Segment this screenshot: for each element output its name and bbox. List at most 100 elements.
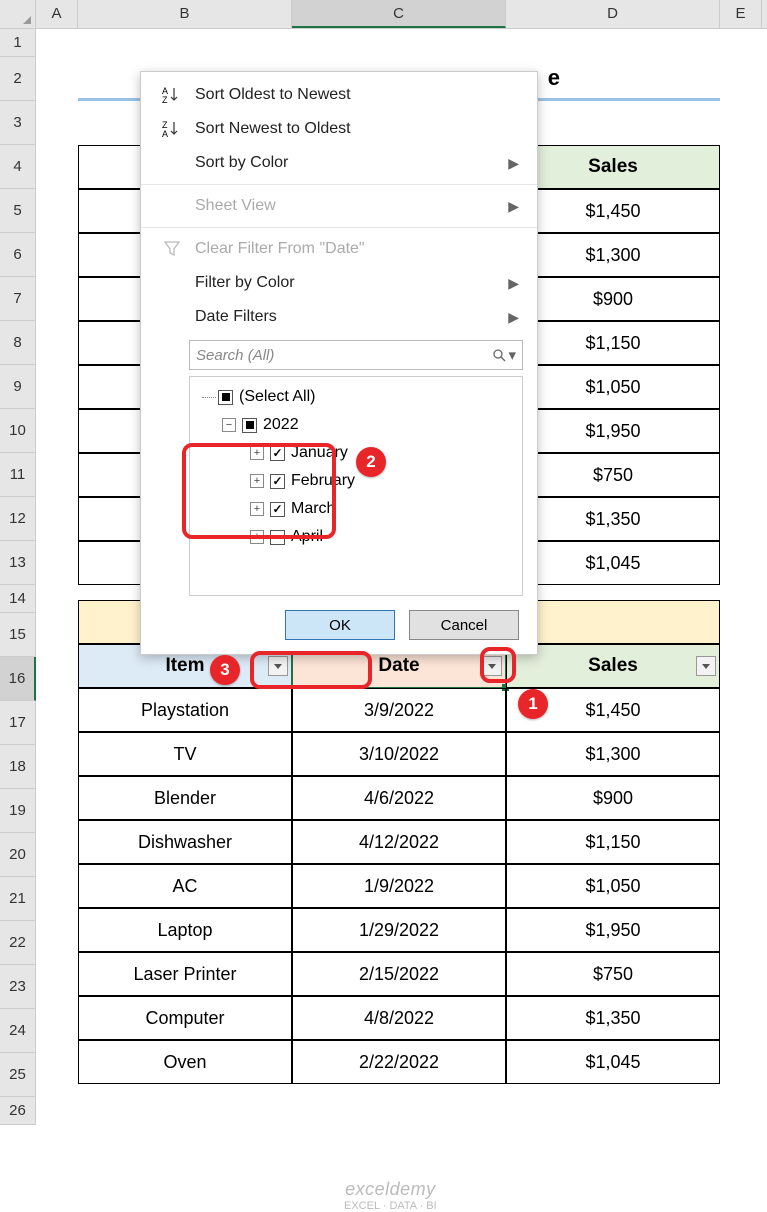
cancel-button[interactable]: Cancel	[409, 610, 519, 640]
filter-by-color-menuitem[interactable]: Filter by Color ▶	[141, 266, 537, 300]
sales-header[interactable]: Sales	[506, 644, 720, 688]
collapse-icon[interactable]: −	[222, 418, 236, 432]
checkbox-checked-icon[interactable]	[270, 446, 285, 461]
sort-newest-menuitem[interactable]: ZA Sort Newest to Oldest	[141, 112, 537, 146]
tree-year-2022[interactable]: − 2022	[198, 411, 514, 439]
col-A[interactable]: A	[36, 0, 78, 28]
col-E[interactable]: E	[720, 0, 762, 28]
row-14[interactable]: 14	[0, 585, 36, 613]
expand-icon[interactable]: +	[250, 502, 264, 516]
row-2[interactable]: 2	[0, 57, 36, 101]
month-label: January	[291, 444, 348, 462]
item-cell[interactable]: Oven	[78, 1040, 292, 1084]
date-cell[interactable]: 4/12/2022	[292, 820, 506, 864]
sort-by-color-menuitem[interactable]: Sort by Color ▶	[141, 146, 537, 180]
select-all-corner[interactable]	[0, 0, 36, 28]
sales-cell[interactable]: $1,350	[506, 996, 720, 1040]
date-filters-menuitem[interactable]: Date Filters ▶	[141, 300, 537, 334]
expand-icon[interactable]: +	[250, 446, 264, 460]
top-sales-cell[interactable]: $900	[506, 277, 720, 321]
row-16[interactable]: 16	[0, 657, 36, 701]
tree-month-april[interactable]: + April	[198, 523, 514, 551]
date-cell[interactable]: 3/10/2022	[292, 732, 506, 776]
sales-cell[interactable]: $1,150	[506, 820, 720, 864]
filter-button-sales[interactable]	[696, 656, 716, 676]
checkbox-unchecked-icon[interactable]	[270, 530, 285, 545]
filter-search-input[interactable]: Search (All) ▾	[189, 340, 523, 370]
item-cell[interactable]: Dishwasher	[78, 820, 292, 864]
item-cell[interactable]: Computer	[78, 996, 292, 1040]
col-C[interactable]: C	[292, 0, 506, 28]
row-1[interactable]: 1	[0, 29, 36, 57]
top-sales-cell[interactable]: $1,300	[506, 233, 720, 277]
row-7[interactable]: 7	[0, 277, 36, 321]
sheet-view-menuitem: Sheet View ▶	[141, 189, 537, 223]
row-19[interactable]: 19	[0, 789, 36, 833]
filter-button-date[interactable]	[482, 656, 502, 676]
checkbox-mixed-icon[interactable]	[242, 418, 257, 433]
chevron-right-icon: ▶	[508, 155, 519, 172]
top-sales-cell[interactable]: $1,450	[506, 189, 720, 233]
item-cell[interactable]: Playstation	[78, 688, 292, 732]
checkbox-checked-icon[interactable]	[270, 502, 285, 517]
sales-cell[interactable]: $1,950	[506, 908, 720, 952]
tree-select-all[interactable]: (Select All)	[198, 383, 514, 411]
row-3[interactable]: 3	[0, 101, 36, 145]
date-cell[interactable]: 4/6/2022	[292, 776, 506, 820]
tree-month-february[interactable]: + February	[198, 467, 514, 495]
expand-icon[interactable]: +	[250, 530, 264, 544]
sales-cell[interactable]: $1,050	[506, 864, 720, 908]
checkbox-checked-icon[interactable]	[270, 474, 285, 489]
sales-cell[interactable]: $1,300	[506, 732, 720, 776]
top-sales-cell[interactable]: $750	[506, 453, 720, 497]
date-cell[interactable]: 2/22/2022	[292, 1040, 506, 1084]
sort-oldest-menuitem[interactable]: AZ Sort Oldest to Newest	[141, 78, 537, 112]
row-21[interactable]: 21	[0, 877, 36, 921]
item-cell[interactable]: Laptop	[78, 908, 292, 952]
row-13[interactable]: 13	[0, 541, 36, 585]
item-cell[interactable]: TV	[78, 732, 292, 776]
sales-cell[interactable]: $1,045	[506, 1040, 720, 1084]
row-12[interactable]: 12	[0, 497, 36, 541]
row-25[interactable]: 25	[0, 1053, 36, 1097]
top-sales-cell[interactable]: $1,950	[506, 409, 720, 453]
item-cell[interactable]: Laser Printer	[78, 952, 292, 996]
col-B[interactable]: B	[78, 0, 292, 28]
expand-icon[interactable]: +	[250, 474, 264, 488]
row-10[interactable]: 10	[0, 409, 36, 453]
row-11[interactable]: 11	[0, 453, 36, 497]
row-4[interactable]: 4	[0, 145, 36, 189]
row-18[interactable]: 18	[0, 745, 36, 789]
ok-button[interactable]: OK	[285, 610, 395, 640]
date-cell[interactable]: 4/8/2022	[292, 996, 506, 1040]
filter-button-item[interactable]	[268, 656, 288, 676]
top-sales-cell[interactable]: $1,045	[506, 541, 720, 585]
row-9[interactable]: 9	[0, 365, 36, 409]
date-cell[interactable]: 1/9/2022	[292, 864, 506, 908]
sales-cell[interactable]: $900	[506, 776, 720, 820]
top-sales-cell[interactable]: $1,350	[506, 497, 720, 541]
top-sales-cell[interactable]: $1,050	[506, 365, 720, 409]
row-22[interactable]: 22	[0, 921, 36, 965]
checkbox-mixed-icon[interactable]	[218, 390, 233, 405]
row-17[interactable]: 17	[0, 701, 36, 745]
row-15[interactable]: 15	[0, 613, 36, 657]
date-cell[interactable]: 1/29/2022	[292, 908, 506, 952]
date-cell[interactable]: 2/15/2022	[292, 952, 506, 996]
item-cell[interactable]: Blender	[78, 776, 292, 820]
row-5[interactable]: 5	[0, 189, 36, 233]
callout-badge-2: 2	[356, 447, 386, 477]
row-20[interactable]: 20	[0, 833, 36, 877]
top-sales-cell[interactable]: $1,150	[506, 321, 720, 365]
tree-month-march[interactable]: + March	[198, 495, 514, 523]
row-23[interactable]: 23	[0, 965, 36, 1009]
row-24[interactable]: 24	[0, 1009, 36, 1053]
date-cell[interactable]: 3/9/2022	[292, 688, 506, 732]
item-cell[interactable]: AC	[78, 864, 292, 908]
top-sales-header[interactable]: Sales	[506, 145, 720, 189]
sales-cell[interactable]: $750	[506, 952, 720, 996]
row-6[interactable]: 6	[0, 233, 36, 277]
row-8[interactable]: 8	[0, 321, 36, 365]
col-D[interactable]: D	[506, 0, 720, 28]
row-26[interactable]: 26	[0, 1097, 36, 1125]
